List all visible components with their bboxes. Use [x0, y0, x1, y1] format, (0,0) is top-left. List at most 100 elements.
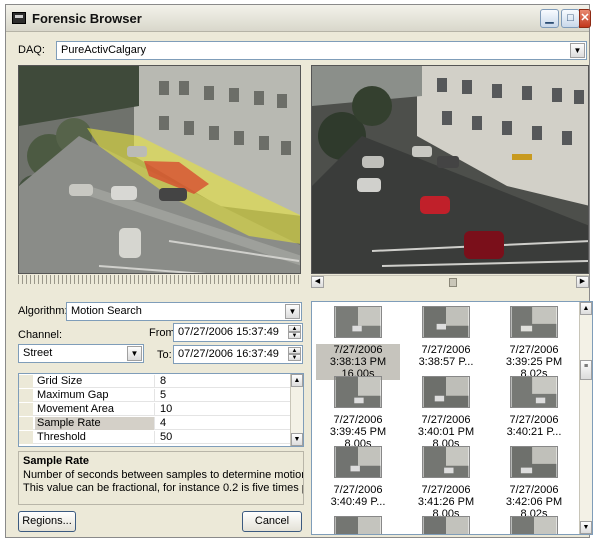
scroll-down-icon[interactable]: ▼ — [580, 521, 592, 534]
thumbnail-image — [510, 306, 558, 338]
spin-down-icon[interactable]: ▼ — [288, 332, 301, 339]
thumbnail-caption: 7/27/2006 3:41:26 PM 8.00s — [417, 484, 475, 520]
result-thumbnail[interactable]: 7/27/2006 3:40:49 P... — [316, 446, 400, 508]
result-thumbnail[interactable]: 7/27/2006 3:38:13 PM 16.00s — [316, 306, 400, 380]
thumbnail-caption: 7/27/2006 3:40:49 P... — [330, 484, 386, 508]
from-datetime-input[interactable]: 07/27/2006 15:37:49 ▲ ▼ — [173, 323, 303, 342]
result-thumbnail[interactable]: 7/27/2006 3:39:45 PM 8.00s — [316, 376, 400, 450]
property-grid-scrollbar[interactable]: ▲ ▼ — [290, 374, 303, 446]
spin-down-icon[interactable]: ▼ — [288, 354, 301, 361]
result-thumbnail[interactable]: 7/27/2006 3:42:06 PM 8.02s — [492, 446, 576, 520]
to-datetime-input[interactable]: 07/27/2006 16:37:49 ▲ ▼ — [173, 345, 303, 364]
thumbnail-image — [422, 376, 470, 408]
thumbnail-caption: 7/27/2006 3:40:21 P... — [506, 414, 562, 438]
scroll-up-icon[interactable]: ▲ — [291, 374, 303, 387]
help-text-line: Number of seconds between samples to det… — [23, 469, 303, 481]
property-row[interactable]: Threshold 50 — [19, 431, 291, 444]
property-value[interactable]: 8 — [157, 375, 166, 388]
result-thumbnail[interactable] — [316, 516, 400, 534]
result-thumbnail[interactable]: 7/27/2006 3:40:21 P... — [492, 376, 576, 438]
algorithm-value: Motion Search — [71, 305, 142, 317]
result-thumbnail[interactable]: 7/27/2006 3:38:57 P... — [404, 306, 488, 368]
property-row[interactable]: Grid Size 8 — [19, 375, 291, 388]
regions-button[interactable]: Regions... — [18, 511, 76, 532]
result-thumbnail[interactable] — [404, 516, 488, 534]
chevron-down-icon[interactable]: ▼ — [127, 346, 142, 361]
thumbnail-image — [334, 516, 382, 534]
close-icon[interactable]: ✕ — [579, 9, 591, 28]
video-position-slider[interactable] — [449, 278, 457, 287]
algorithm-select[interactable]: Motion Search ▼ — [66, 302, 302, 321]
timeline-ticks — [18, 275, 301, 284]
spin-up-icon[interactable]: ▲ — [288, 347, 301, 354]
app-icon — [12, 12, 26, 24]
thumbnail-caption: 7/27/2006 3:42:06 PM 8.02s — [505, 484, 563, 520]
title-bar: Forensic Browser ▁ □ ✕ — [6, 5, 591, 32]
property-value[interactable]: 5 — [157, 389, 166, 402]
chevron-down-icon[interactable]: ▼ — [285, 304, 300, 319]
property-row[interactable]: Movement Area 10 — [19, 403, 291, 416]
result-thumbnail[interactable]: 7/27/2006 3:39:25 PM 8.02s — [492, 306, 576, 380]
thumbnail-image — [334, 306, 382, 338]
property-row[interactable]: Maximum Gap 5 — [19, 389, 291, 402]
algorithm-label: Algorithm: — [18, 305, 68, 317]
property-name: Threshold — [35, 431, 155, 444]
property-help-panel: Sample Rate Number of seconds between sa… — [18, 451, 304, 505]
property-row-selected[interactable]: Sample Rate 4 — [19, 417, 291, 430]
thumbnail-image — [422, 446, 470, 478]
thumbnail-caption: 7/27/2006 3:38:57 P... — [418, 344, 474, 368]
property-name: Maximum Gap — [35, 389, 155, 402]
property-value[interactable]: 4 — [157, 417, 166, 430]
help-title: Sample Rate — [23, 455, 90, 467]
results-scroll-thumb[interactable]: ≡ — [580, 360, 592, 380]
daq-label: DAQ: — [18, 44, 45, 56]
window-title: Forensic Browser — [32, 11, 142, 26]
cancel-button[interactable]: Cancel — [242, 511, 302, 532]
result-thumbnail[interactable] — [492, 516, 576, 534]
thumbnail-caption: 7/27/2006 3:39:25 PM 8.02s — [505, 344, 563, 380]
from-spinner[interactable]: ▲ ▼ — [288, 325, 301, 340]
thumbnail-image — [510, 446, 558, 478]
thumbnail-caption: 7/27/2006 3:40:01 PM 8.00s — [417, 414, 475, 450]
property-name: Sample Rate — [35, 417, 155, 430]
result-thumbnail[interactable]: 7/27/2006 3:40:01 PM 8.00s — [404, 376, 488, 450]
results-scrollbar[interactable]: ▲ ≡ ▼ — [579, 302, 592, 534]
thumbnail-image — [334, 446, 382, 478]
forensic-browser-window: Forensic Browser ▁ □ ✕ DAQ: PureActivCal… — [5, 4, 593, 538]
thumbnail-image — [510, 516, 558, 534]
property-name: Movement Area — [35, 403, 155, 416]
property-value[interactable]: 50 — [157, 431, 172, 444]
property-name: Grid Size — [35, 375, 155, 388]
video-left-overlay[interactable] — [18, 65, 301, 274]
to-value: 07/27/2006 16:37:49 — [178, 348, 279, 360]
channel-label: Channel: — [18, 329, 63, 341]
thumbnail-image — [422, 516, 470, 534]
to-spinner[interactable]: ▲ ▼ — [288, 347, 301, 362]
channel-value: Street — [23, 347, 53, 359]
scroll-up-icon[interactable]: ▲ — [580, 302, 592, 315]
maximize-icon[interactable]: □ — [561, 9, 580, 28]
daq-value: PureActivCalgary — [61, 44, 146, 56]
channel-select[interactable]: Street ▼ — [18, 344, 144, 363]
thumbnail-caption: 7/27/2006 3:39:45 PM 8.00s — [329, 414, 387, 450]
to-label: To: — [157, 349, 172, 361]
property-value[interactable]: 10 — [157, 403, 172, 416]
scroll-down-icon[interactable]: ▼ — [291, 433, 303, 446]
scroll-right-icon[interactable]: ▶ — [576, 276, 589, 288]
minimize-icon[interactable]: ▁ — [540, 9, 559, 28]
scroll-left-icon[interactable]: ◀ — [311, 276, 324, 288]
thumbnail-image — [422, 306, 470, 338]
daq-select[interactable]: PureActivCalgary ▼ — [56, 41, 587, 60]
video-right-live[interactable] — [311, 65, 589, 274]
result-thumbnail[interactable]: 7/27/2006 3:41:26 PM 8.00s — [404, 446, 488, 520]
thumbnail-image — [510, 376, 558, 408]
algorithm-property-grid[interactable]: Grid Size 8 Maximum Gap 5 Movement Area … — [18, 373, 304, 447]
thumbnail-caption: 7/27/2006 3:38:13 PM 16.00s — [316, 344, 400, 380]
thumbnail-image — [334, 376, 382, 408]
from-value: 07/27/2006 15:37:49 — [178, 326, 279, 338]
chevron-down-icon[interactable]: ▼ — [570, 43, 585, 58]
spin-up-icon[interactable]: ▲ — [288, 325, 301, 332]
help-text: Number of seconds between samples to det… — [23, 469, 303, 495]
results-thumbnail-pane[interactable]: 7/27/2006 3:38:13 PM 16.00s 7/27/2006 3:38:… — [311, 301, 593, 535]
video-position-scrollbar[interactable]: ◀ ▶ — [311, 275, 589, 288]
